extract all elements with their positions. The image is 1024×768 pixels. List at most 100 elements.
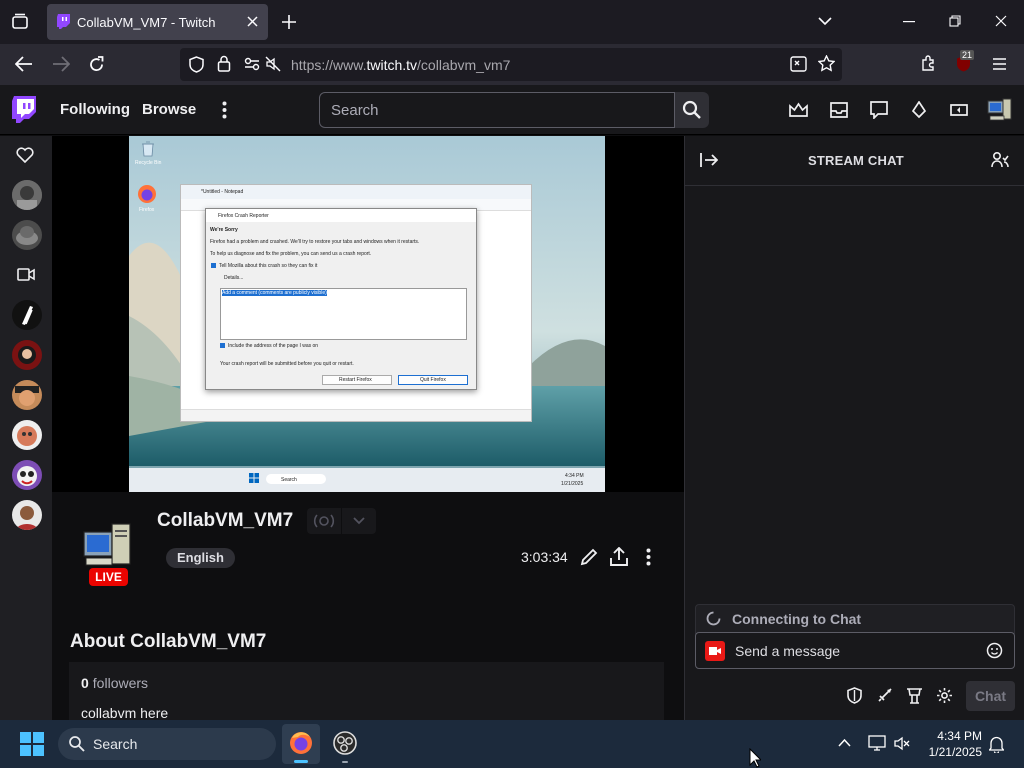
- recommended-channel-avatar[interactable]: [12, 460, 42, 490]
- twitch-favicon-icon: [57, 14, 71, 29]
- mod-sword-icon[interactable]: [876, 687, 893, 704]
- recycle-bin-label: Recycle Bin: [135, 160, 162, 166]
- tracking-shield-icon[interactable]: [189, 56, 204, 73]
- browser-tab-active[interactable]: CollabVM_VM7 - Twitch: [47, 4, 268, 40]
- quit-firefox-label: Quit Firefox: [420, 377, 446, 383]
- autoplay-blocked-icon[interactable]: [265, 56, 281, 72]
- windows-start-icon[interactable]: [20, 732, 44, 756]
- taskbar-firefox-app[interactable]: [282, 724, 320, 764]
- nav-browse[interactable]: Browse: [142, 101, 196, 118]
- extension-badge-count: 21: [960, 50, 975, 60]
- search-icon: [682, 100, 702, 120]
- dialog-title: Firefox Crash Reporter: [218, 213, 269, 219]
- bits-icon[interactable]: [911, 101, 927, 119]
- followed-channels-heart-icon[interactable]: [16, 147, 34, 163]
- channel-avatar[interactable]: [82, 520, 134, 568]
- taskbar-clock-date[interactable]: 1/21/2025: [922, 745, 982, 759]
- window-restore-icon[interactable]: [949, 15, 961, 27]
- bookmark-star-icon[interactable]: [818, 55, 835, 72]
- dialog-checkbox[interactable]: [211, 263, 216, 268]
- mod-shield-icon[interactable]: [847, 687, 862, 704]
- recycle-bin-icon[interactable]: [141, 141, 155, 157]
- more-vertical-icon[interactable]: [222, 101, 227, 119]
- forward-icon: [52, 56, 70, 72]
- lock-icon[interactable]: [217, 55, 231, 72]
- channel-points-icon[interactable]: [906, 687, 923, 704]
- tab-list-icon[interactable]: [11, 13, 29, 31]
- share-icon[interactable]: [610, 547, 628, 566]
- reload-icon[interactable]: [88, 56, 105, 73]
- community-users-icon[interactable]: [991, 151, 1009, 169]
- recommended-channel-avatar[interactable]: [12, 500, 42, 530]
- dialog-heading: We're Sorry: [210, 227, 238, 233]
- notifications-bell-icon[interactable]: [307, 508, 341, 534]
- emote-picker-icon[interactable]: [986, 642, 1003, 659]
- search-button[interactable]: [675, 92, 709, 128]
- network-icon[interactable]: [868, 735, 886, 751]
- reader-view-icon[interactable]: [790, 56, 807, 72]
- stream-clock-date: 1/21/2025: [561, 481, 584, 487]
- stream-taskbar-search-label: Search: [281, 477, 297, 483]
- firefox-desktop-icon[interactable]: [137, 184, 157, 204]
- live-badge: LIVE: [89, 568, 128, 586]
- tray-overflow-chevron-icon[interactable]: [838, 738, 851, 747]
- chat-send-button[interactable]: Chat: [966, 681, 1015, 711]
- stream-clock-time: 4:34 PM: [565, 473, 584, 479]
- edit-pencil-icon[interactable]: [580, 548, 598, 566]
- volume-muted-icon[interactable]: [894, 736, 910, 751]
- followers-count: 0 followers: [81, 675, 148, 691]
- followed-channel-avatar[interactable]: [12, 220, 42, 250]
- recommended-channel-avatar[interactable]: [12, 380, 42, 410]
- tab-overflow-chevron-icon[interactable]: [818, 16, 832, 26]
- permissions-icon[interactable]: [244, 57, 260, 71]
- user-avatar[interactable]: [985, 96, 1013, 124]
- followed-channel-avatar[interactable]: [12, 180, 42, 210]
- taskbar-obs-app[interactable]: [326, 724, 364, 764]
- tab-close-icon[interactable]: [246, 15, 259, 28]
- whispers-icon[interactable]: [870, 101, 888, 119]
- taskbar-search-box[interactable]: [58, 728, 276, 760]
- url-prefix: https://www.: [291, 57, 367, 73]
- recommended-camera-icon[interactable]: [17, 268, 35, 281]
- nav-following[interactable]: Following: [60, 101, 130, 118]
- dialog-checkbox[interactable]: [220, 343, 225, 348]
- notifications-chevron-icon[interactable]: [342, 508, 376, 534]
- twitch-logo-icon[interactable]: [12, 96, 38, 124]
- crash-reporter-dialog[interactable]: Firefox Crash Reporter We're Sorry Firef…: [205, 208, 477, 390]
- dialog-details-button[interactable]: Details...: [224, 275, 243, 281]
- url-text[interactable]: https://www.twitch.tv/collabvm_vm7: [291, 57, 510, 73]
- twitch-search-input[interactable]: Search: [319, 92, 675, 128]
- tab-title: CollabVM_VM7 - Twitch: [77, 15, 216, 30]
- recommended-channel-avatar[interactable]: [12, 300, 42, 330]
- more-options-icon[interactable]: [646, 548, 651, 566]
- camera-emote-icon[interactable]: [705, 641, 725, 661]
- firefox-desktop-label: Firefox: [139, 207, 155, 213]
- chat-settings-gear-icon[interactable]: [936, 687, 953, 704]
- new-tab-icon[interactable]: [281, 14, 297, 30]
- dialog-check2-label: Include the address of the page I was on: [228, 343, 319, 349]
- turbo-ad-icon[interactable]: [949, 102, 969, 118]
- taskbar-search-label: Search: [93, 736, 138, 752]
- followers-label: followers: [92, 675, 149, 691]
- url-path: /collabvm_vm7: [417, 57, 511, 73]
- channel-name[interactable]: CollabVM_VM7: [157, 510, 293, 532]
- notification-bell-icon[interactable]: [989, 736, 1004, 753]
- collapse-chat-icon[interactable]: [700, 152, 718, 168]
- taskbar-clock-time[interactable]: 4:34 PM: [937, 729, 982, 743]
- window-close-icon[interactable]: [995, 15, 1007, 27]
- recommended-channel-avatar[interactable]: [12, 340, 42, 370]
- prime-crown-icon[interactable]: [789, 102, 808, 118]
- dialog-check1-label: Tell Mozilla about this crash so they ca…: [219, 263, 318, 269]
- inbox-icon[interactable]: [830, 102, 848, 118]
- extensions-icon[interactable]: [920, 55, 937, 72]
- dialog-body: Firefox had a problem and crashed. We'll…: [210, 239, 420, 245]
- window-minimize-icon[interactable]: [903, 21, 915, 23]
- app-menu-icon[interactable]: [992, 58, 1007, 70]
- stream-desktop: Recycle Bin Firefox *Untitled - Notepad …: [129, 136, 605, 492]
- recommended-channel-avatar[interactable]: [12, 420, 42, 450]
- url-host: twitch.tv: [366, 57, 418, 73]
- back-icon[interactable]: [15, 56, 33, 72]
- notepad-title: *Untitled - Notepad: [201, 189, 244, 195]
- language-tag[interactable]: English: [166, 548, 235, 568]
- stream-start-icon[interactable]: [249, 473, 259, 483]
